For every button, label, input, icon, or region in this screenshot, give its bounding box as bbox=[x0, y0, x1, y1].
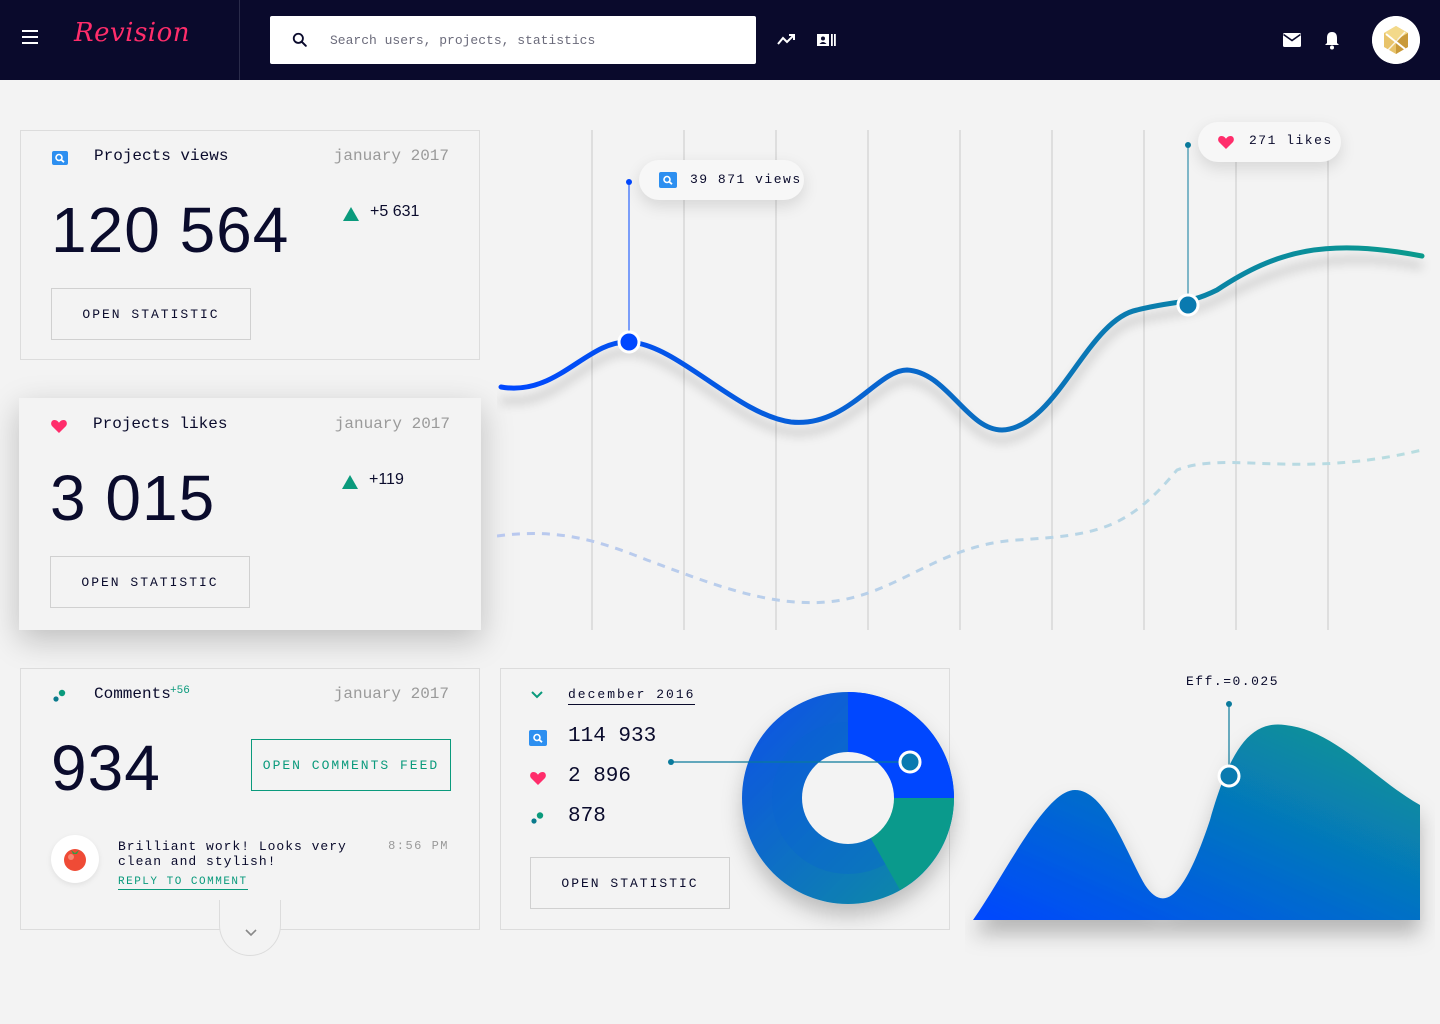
avatar-image bbox=[1372, 16, 1420, 64]
stat-comments: 878 bbox=[568, 805, 606, 828]
projects-likes-card: Projects likes january 2017 3 015 +119 O… bbox=[19, 398, 481, 630]
views-tooltip-text: 39 871 views bbox=[690, 172, 802, 187]
likes-delta: +119 bbox=[369, 471, 404, 488]
comments-icon bbox=[53, 689, 66, 702]
views-point[interactable] bbox=[617, 330, 641, 354]
views-likes-line-chart bbox=[497, 130, 1425, 630]
open-statistic-button[interactable]: OPEN STATISTIC bbox=[50, 556, 250, 608]
app-logo[interactable]: Revision bbox=[74, 18, 190, 48]
card-date: january 2017 bbox=[334, 415, 450, 433]
commenter-avatar[interactable] bbox=[51, 835, 99, 883]
main-series-shadow bbox=[500, 256, 1423, 444]
search-bar[interactable] bbox=[270, 16, 756, 64]
trend-up-icon bbox=[342, 475, 358, 489]
donut-connector-dot bbox=[668, 759, 674, 765]
card-date: january 2017 bbox=[333, 147, 449, 165]
comments-value: 934 bbox=[51, 732, 161, 804]
donut-point[interactable] bbox=[898, 750, 922, 774]
likes-point[interactable] bbox=[1176, 293, 1200, 317]
card-title: Comments bbox=[94, 685, 171, 703]
heart-icon bbox=[530, 772, 546, 785]
efficiency-area-chart bbox=[973, 701, 1420, 920]
views-marker-dot bbox=[626, 179, 632, 185]
search-icon bbox=[52, 151, 68, 165]
open-statistic-button[interactable]: OPEN STATISTIC bbox=[51, 288, 251, 340]
menu-icon[interactable] bbox=[20, 30, 40, 50]
card-title: Projects views bbox=[94, 147, 229, 165]
likes-tooltip-text: 271 likes bbox=[1249, 133, 1333, 148]
card-title: Projects likes bbox=[93, 415, 228, 433]
comment-line: clean and stylish! bbox=[118, 854, 277, 869]
area-series bbox=[973, 724, 1420, 920]
likes-value: 3 015 bbox=[50, 462, 216, 534]
search-icon bbox=[659, 172, 677, 188]
comments-badge: +56 bbox=[170, 685, 190, 697]
search-icon bbox=[529, 730, 547, 746]
chevron-down-icon bbox=[245, 929, 257, 937]
bell-icon[interactable] bbox=[1320, 28, 1344, 52]
stat-views: 114 933 bbox=[568, 725, 657, 748]
likes-marker-dot bbox=[1185, 142, 1191, 148]
views-tooltip: 39 871 views bbox=[639, 160, 804, 200]
trending-icon[interactable] bbox=[774, 28, 798, 52]
donut-chart bbox=[668, 692, 954, 904]
trend-up-icon bbox=[343, 207, 359, 221]
user-avatar[interactable] bbox=[1372, 16, 1420, 64]
efficiency-label: Eff.=0.025 bbox=[1186, 674, 1280, 689]
likes-tooltip: 271 likes bbox=[1198, 122, 1341, 162]
comment-line: Brilliant work! Looks very bbox=[118, 839, 347, 854]
contacts-icon[interactable] bbox=[814, 28, 838, 52]
eff-marker-dot bbox=[1226, 701, 1232, 707]
search-input[interactable] bbox=[330, 16, 740, 64]
comment-text: Brilliant work! Looks very clean and sty… bbox=[118, 839, 347, 869]
reply-to-comment-link[interactable]: REPLY TO COMMENT bbox=[118, 876, 248, 890]
eff-point[interactable] bbox=[1217, 764, 1241, 788]
header-divider bbox=[239, 0, 240, 80]
expand-button[interactable] bbox=[219, 900, 281, 956]
search-icon bbox=[292, 32, 307, 47]
tomato-icon bbox=[64, 849, 86, 871]
chevron-down-icon[interactable] bbox=[530, 688, 544, 702]
card-date: january 2017 bbox=[333, 685, 449, 703]
comment-time: 8:56 PM bbox=[388, 839, 449, 853]
comments-card: Comments +56 january 2017 934 OPEN COMME… bbox=[20, 668, 480, 930]
mail-icon[interactable] bbox=[1280, 28, 1304, 52]
open-comments-feed-button[interactable]: OPEN COMMENTS FEED bbox=[251, 739, 451, 791]
stat-likes: 2 896 bbox=[568, 765, 632, 788]
grid-lines bbox=[591, 130, 1329, 630]
heart-icon bbox=[1218, 136, 1234, 149]
comments-icon bbox=[531, 812, 544, 824]
views-value: 120 564 bbox=[51, 194, 290, 266]
heart-icon bbox=[51, 420, 67, 433]
donut-hole bbox=[802, 752, 894, 844]
views-delta: +5 631 bbox=[370, 203, 420, 220]
projects-views-card: Projects views january 2017 120 564 +5 6… bbox=[20, 130, 480, 360]
top-bar: Revision bbox=[0, 0, 1440, 80]
